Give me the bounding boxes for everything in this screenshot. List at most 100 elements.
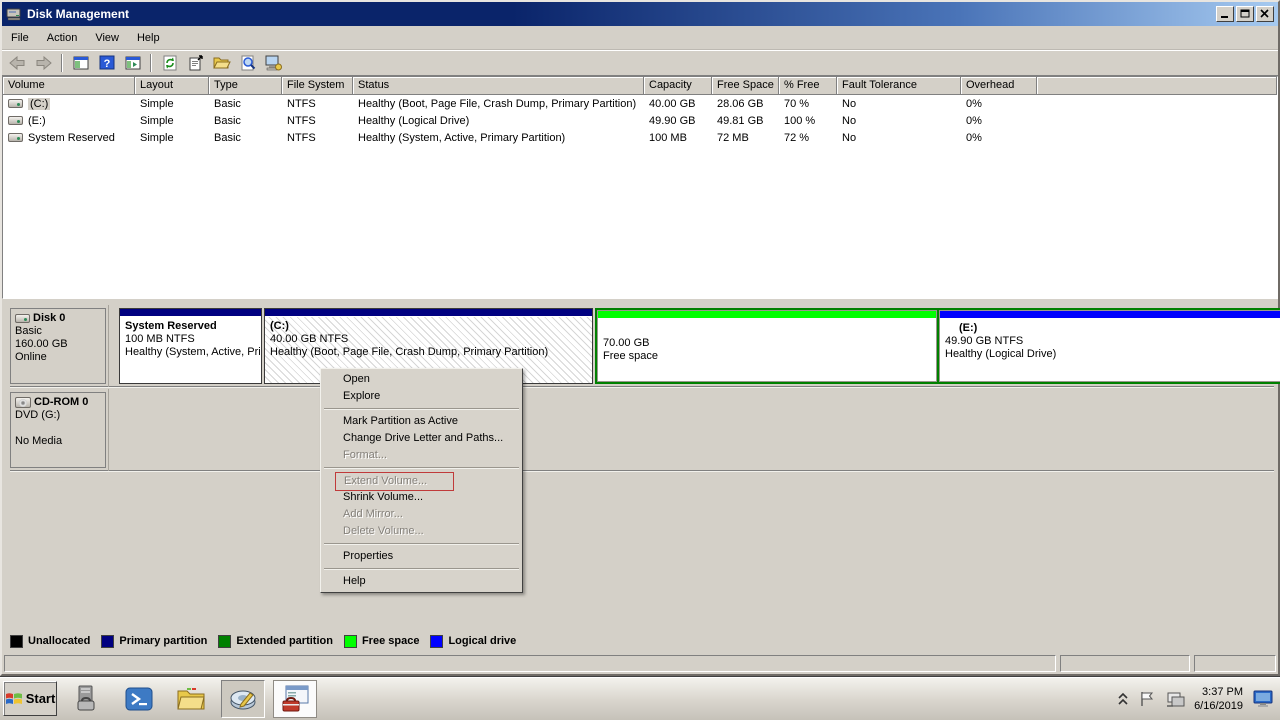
column-header-volume[interactable]: Volume xyxy=(3,77,135,95)
column-header-pct-free[interactable]: % Free xyxy=(779,77,837,95)
cell-file-system: NTFS xyxy=(282,132,353,144)
column-header-free-space[interactable]: Free Space xyxy=(712,77,779,95)
powershell-icon[interactable] xyxy=(117,680,161,718)
column-header-file-system[interactable]: File System xyxy=(282,77,353,95)
find-icon[interactable] xyxy=(236,52,259,74)
status-panel xyxy=(4,655,1056,672)
menu-file[interactable]: File xyxy=(2,29,38,47)
cdrom-media-status: No Media xyxy=(15,435,101,448)
column-header-status[interactable]: Status xyxy=(353,77,644,95)
desktop-monitor-icon[interactable] xyxy=(1252,689,1274,709)
menu-separator xyxy=(324,408,519,410)
menu-item-properties[interactable]: Properties xyxy=(322,548,521,565)
table-row-system-reserved[interactable]: System Reserved Simple Basic NTFS Health… xyxy=(3,129,1277,146)
show-action-pane-icon[interactable] xyxy=(121,52,144,74)
column-header-type[interactable]: Type xyxy=(209,77,282,95)
menu-help[interactable]: Help xyxy=(128,29,169,47)
cdrom-info-panel[interactable]: CD-ROM 0 DVD (G:) No Media xyxy=(10,392,106,468)
title-bar: Disk Management xyxy=(2,2,1278,26)
disk0-status: Online xyxy=(15,351,101,364)
primary-partition-strip xyxy=(120,309,261,317)
toolbar: ? xyxy=(2,50,1278,76)
cdrom-row: CD-ROM 0 DVD (G:) No Media xyxy=(10,389,1274,471)
action-center-flag-icon[interactable] xyxy=(1138,690,1156,708)
start-button[interactable]: Start xyxy=(3,681,57,716)
clock-date: 6/16/2019 xyxy=(1194,699,1243,713)
disk0-row: Disk 0 Basic 160.00 GB Online System Res… xyxy=(10,305,1274,387)
legend-item-primary-partition: Primary partition xyxy=(101,635,207,648)
toolbar-separator xyxy=(61,54,63,72)
column-header-overhead[interactable]: Overhead xyxy=(961,77,1037,95)
table-row-e[interactable]: (E:) Simple Basic NTFS Healthy (Logical … xyxy=(3,112,1277,129)
cell-file-system: NTFS xyxy=(282,115,353,127)
back-icon[interactable] xyxy=(6,52,29,74)
windows-logo-icon xyxy=(5,691,23,707)
show-console-tree-icon[interactable] xyxy=(69,52,92,74)
partition-e[interactable]: (E:) 49.90 GB NTFS Healthy (Logical Driv… xyxy=(939,310,1280,382)
cell-pct-free: 70 % xyxy=(779,98,837,110)
table-row-c[interactable]: (C:) Simple Basic NTFS Healthy (Boot, Pa… xyxy=(3,95,1277,112)
forward-icon[interactable] xyxy=(32,52,55,74)
properties-icon[interactable] xyxy=(184,52,207,74)
volume-list-header: Volume Layout Type File System Status Ca… xyxy=(3,77,1277,95)
menu-item-explore[interactable]: Explore xyxy=(322,388,521,405)
volume-name: (E:) xyxy=(28,115,46,127)
close-button[interactable] xyxy=(1256,6,1274,22)
menu-item-open[interactable]: Open xyxy=(322,371,521,388)
menu-item-format: Format... xyxy=(322,447,521,464)
menu-item-mark-partition-active[interactable]: Mark Partition as Active xyxy=(322,413,521,430)
disk0-type: Basic xyxy=(15,325,101,338)
disk0-name: Disk 0 xyxy=(33,312,65,325)
menu-item-add-mirror: Add Mirror... xyxy=(322,506,521,523)
minimize-button[interactable] xyxy=(1216,6,1234,22)
menu-item-shrink-volume[interactable]: Shrink Volume... xyxy=(322,489,521,506)
disk0-size: 160.00 GB xyxy=(15,338,101,351)
column-header-capacity[interactable]: Capacity xyxy=(644,77,712,95)
column-header-fault-tolerance[interactable]: Fault Tolerance xyxy=(837,77,961,95)
column-header-layout[interactable]: Layout xyxy=(135,77,209,95)
disk-actions-icon[interactable] xyxy=(262,52,285,74)
free-space-swatch xyxy=(344,635,357,648)
show-hidden-icons-chevron[interactable] xyxy=(1117,692,1129,706)
computer-management-window-button[interactable] xyxy=(273,680,317,718)
cell-free-space: 49.81 GB xyxy=(712,115,779,127)
volume-drive-icon xyxy=(8,99,23,108)
window-title: Disk Management xyxy=(27,7,129,21)
menu-view[interactable]: View xyxy=(86,29,128,47)
open-folder-icon[interactable] xyxy=(210,52,233,74)
server-manager-icon[interactable] xyxy=(65,680,109,718)
taskbar-clock[interactable]: 3:37 PM 6/16/2019 xyxy=(1194,685,1243,713)
refresh-icon[interactable] xyxy=(158,52,181,74)
cdrom-strip-area xyxy=(108,389,1274,471)
graphical-view: Disk 0 Basic 160.00 GB Online System Res… xyxy=(2,299,1278,630)
partition-size: 100 MB NTFS xyxy=(125,333,256,346)
cell-status: Healthy (Boot, Page File, Crash Dump, Pr… xyxy=(353,98,644,110)
cell-capacity: 100 MB xyxy=(644,132,712,144)
cell-fault-tolerance: No xyxy=(837,132,961,144)
column-header-filler xyxy=(1037,77,1277,95)
maximize-button[interactable] xyxy=(1236,6,1254,22)
help-icon[interactable]: ? xyxy=(95,52,118,74)
partition-system-reserved[interactable]: System Reserved 100 MB NTFS Healthy (Sys… xyxy=(119,308,262,384)
logical-drive-swatch xyxy=(430,635,443,648)
extended-partition-frame: 70.00 GB Free space (E:) 49.90 GB NTFS H… xyxy=(595,308,1280,384)
cell-status: Healthy (System, Active, Primary Partiti… xyxy=(353,132,644,144)
cell-type: Basic xyxy=(209,98,282,110)
partition-title: (C:) xyxy=(270,320,587,333)
menu-item-help[interactable]: Help xyxy=(322,573,521,590)
system-tray: 3:37 PM 6/16/2019 xyxy=(1117,685,1280,713)
menu-bar: File Action View Help xyxy=(2,26,1278,50)
extended-partition-swatch xyxy=(218,635,231,648)
file-explorer-icon[interactable] xyxy=(169,680,213,718)
disk-tool-icon[interactable] xyxy=(221,680,265,718)
cell-pct-free: 72 % xyxy=(779,132,837,144)
svg-text:?: ? xyxy=(103,58,110,70)
disk0-info-panel[interactable]: Disk 0 Basic 160.00 GB Online xyxy=(10,308,106,384)
network-icon[interactable] xyxy=(1165,690,1185,708)
menu-item-change-drive-letter[interactable]: Change Drive Letter and Paths... xyxy=(322,430,521,447)
volume-list: Volume Layout Type File System Status Ca… xyxy=(2,76,1278,299)
legend-item-unallocated: Unallocated xyxy=(10,635,90,648)
menu-action[interactable]: Action xyxy=(38,29,87,47)
volume-drive-icon xyxy=(8,116,23,125)
free-space-region[interactable]: 70.00 GB Free space xyxy=(597,310,937,382)
